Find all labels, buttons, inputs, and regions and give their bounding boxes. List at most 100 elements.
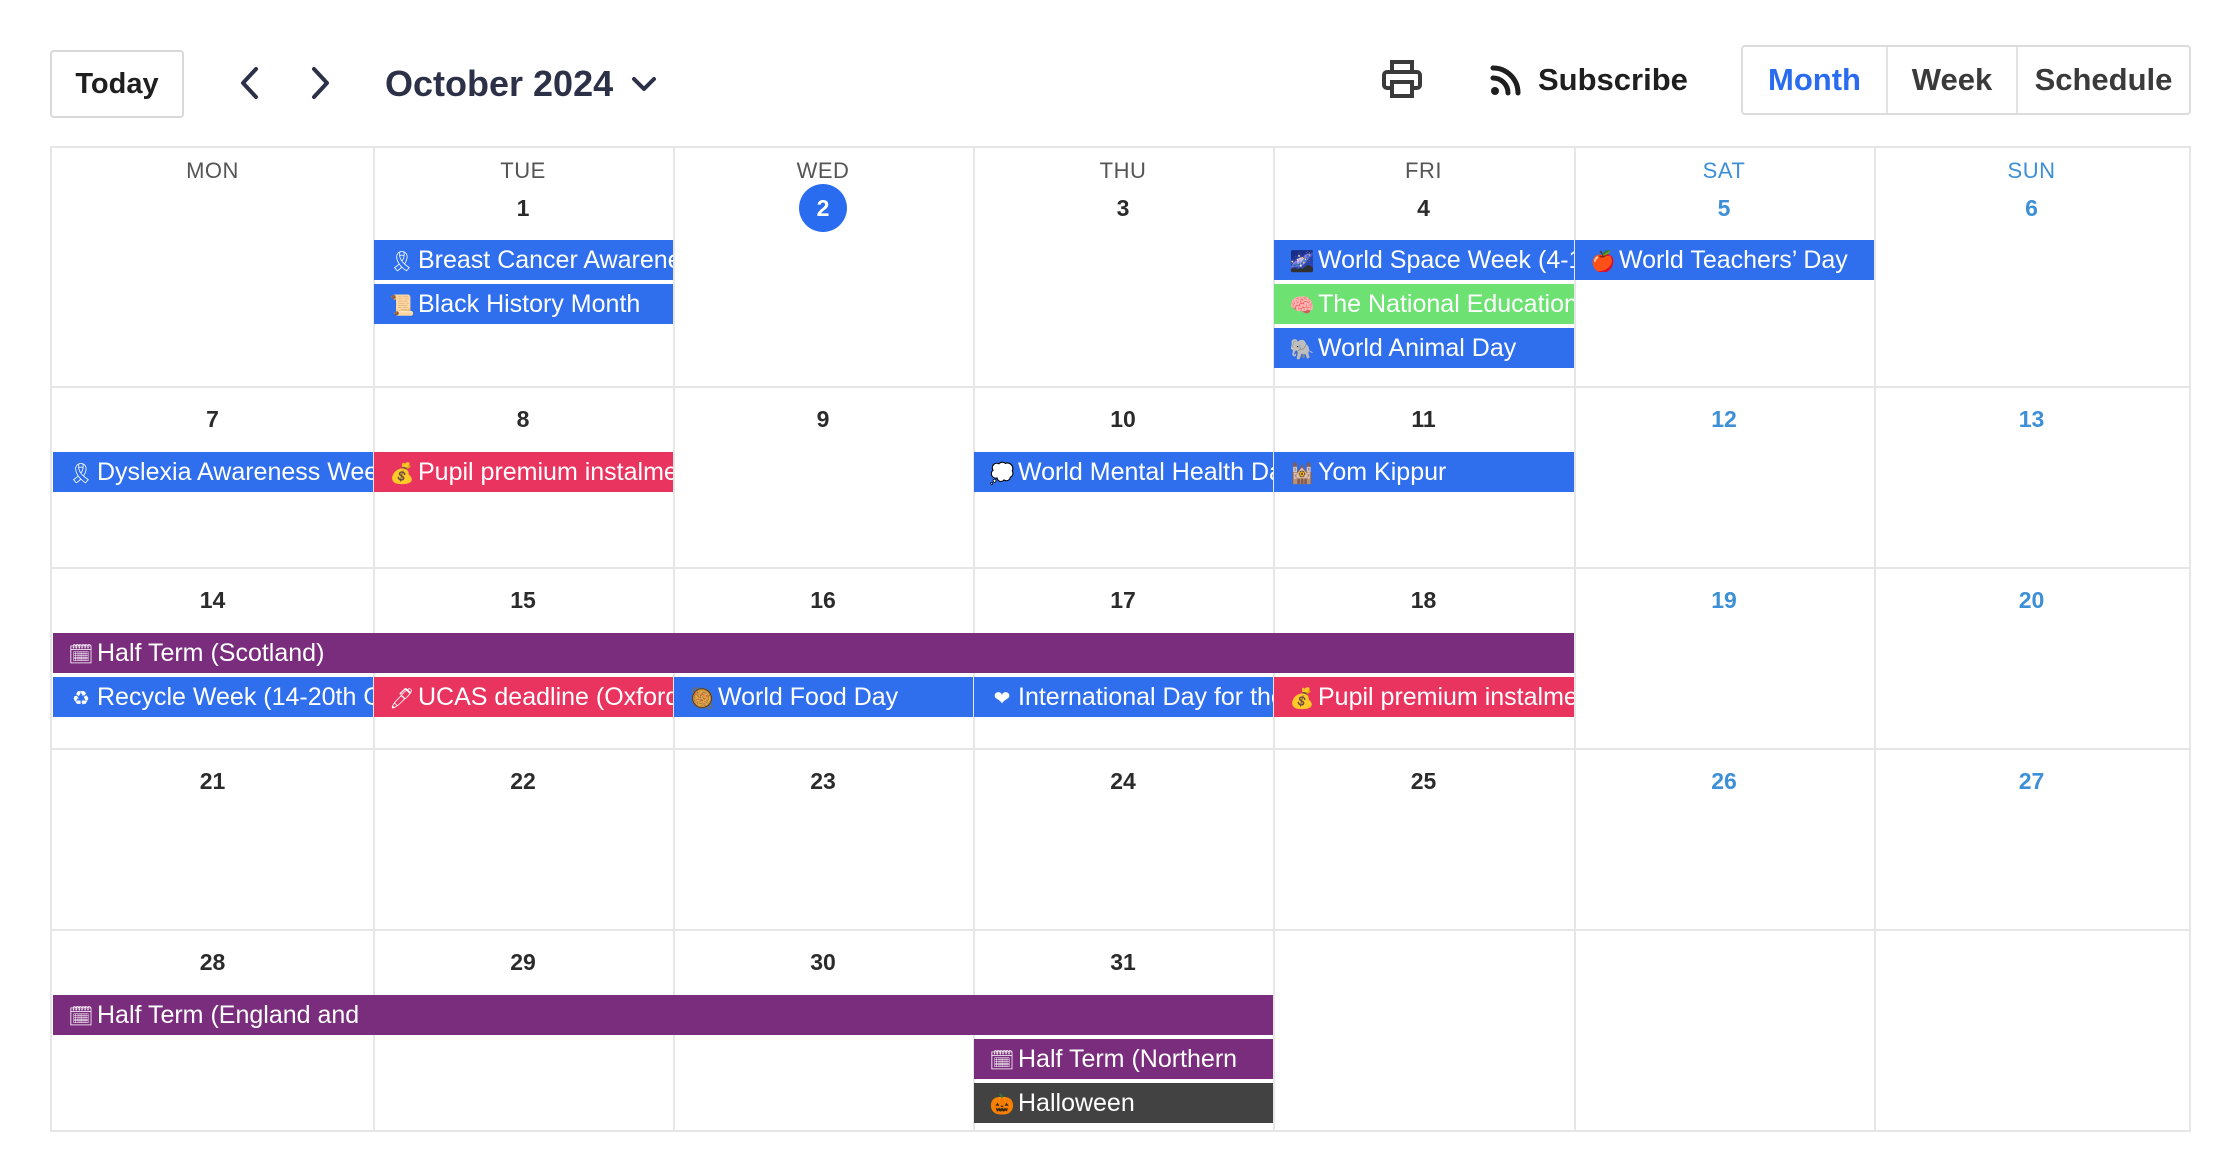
calendar-event[interactable]: 🎃 Halloween — [974, 1083, 1273, 1123]
calendar-event[interactable]: 💰 Pupil premium instalment — [1274, 677, 1574, 717]
date-number[interactable]: 14 — [52, 587, 373, 614]
calendar-event[interactable]: 🧠The National Education Show — [1274, 284, 1574, 324]
event-emoji-icon: 🍎 — [1590, 251, 1616, 273]
date-number[interactable]: 3 — [973, 195, 1273, 222]
date-number[interactable]: 28 — [52, 949, 373, 976]
event-emoji-icon: 🌌 — [1289, 251, 1315, 273]
date-number[interactable]: 19 — [1574, 587, 1874, 614]
date-number[interactable]: 5 — [1574, 195, 1874, 222]
date-number[interactable]: 1 — [373, 195, 673, 222]
date-number[interactable]: 8 — [373, 406, 673, 433]
date-number[interactable]: 13 — [1874, 406, 2189, 433]
calendar-event[interactable]: 🎗 Dyslexia Awareness Week — [53, 452, 373, 492]
calendar-event[interactable]: 💰 Pupil premium instalment — [374, 452, 673, 492]
date-number[interactable]: 31 — [973, 949, 1273, 976]
calendar-event[interactable]: ❤ International Day for the Eradication o… — [974, 677, 1273, 717]
prev-month-button[interactable] — [226, 60, 272, 106]
calendar-event[interactable]: 🥘 World Food Day — [674, 677, 973, 717]
event-emoji-icon: 🎗 — [389, 251, 415, 273]
date-number[interactable]: 9 — [673, 406, 973, 433]
calendar-event[interactable]: 🗓 Half Term (Northern — [974, 1039, 1273, 1079]
empty-day-cell — [1574, 929, 1874, 1130]
date-number[interactable]: 6 — [1874, 195, 2189, 222]
event-emoji-icon: 🐘 — [1289, 339, 1315, 361]
event-emoji-icon: 🧠 — [1289, 295, 1315, 317]
date-number[interactable]: 21 — [52, 768, 373, 795]
month-view-button[interactable]: Month — [1743, 47, 1888, 113]
event-title: Black History Month — [418, 290, 641, 318]
event-title: Pupil premium instalment — [1318, 683, 1574, 711]
week-view-button[interactable]: Week — [1888, 47, 2018, 113]
event-title: World Mental Health Day — [1018, 458, 1273, 486]
event-emoji-icon: 🗓 — [68, 1006, 94, 1028]
date-number[interactable]: 10 — [973, 406, 1273, 433]
date-number[interactable]: 27 — [1874, 768, 2189, 795]
event-emoji-icon: 🗓 — [989, 1050, 1015, 1072]
event-title: International Day for the Eradication of… — [1018, 683, 1273, 711]
event-title: World Teachers’ Day — [1619, 246, 1848, 274]
calendar-event[interactable]: 💭 World Mental Health Day — [974, 452, 1273, 492]
empty-day-cell — [1273, 929, 1574, 1130]
event-title: Recycle Week (14-20th Oct) — [97, 683, 373, 711]
view-switcher: Month Week Schedule — [1741, 45, 2191, 115]
calendar-event[interactable]: 🗓 Half Term (Scotland) — [53, 633, 1574, 673]
subscribe-button[interactable]: Subscribe — [1490, 55, 1688, 105]
chevron-left-icon — [241, 67, 258, 99]
event-title: World Space Week (4-10th Oct) — [1318, 246, 1574, 274]
date-number[interactable]: 11 — [1273, 406, 1574, 433]
event-emoji-icon: ♻ — [72, 688, 90, 710]
event-title: Half Term (Northern — [1018, 1045, 1238, 1073]
print-button[interactable] — [1378, 55, 1426, 103]
date-number[interactable]: 22 — [373, 768, 673, 795]
event-emoji-icon: 💭 — [989, 463, 1015, 485]
rss-icon — [1490, 65, 1521, 96]
month-grid: MON TUE WED THU FRI SAT SUN 1 2 3 4 5 6 7 8 9 10 11 12 13 14… — [50, 146, 2191, 1132]
calendar-event[interactable]: ♻ Recycle Week (14-20th Oct) — [53, 677, 373, 717]
calendar-event[interactable]: 🌌World Space Week (4-10th Oct) — [1274, 240, 1574, 280]
calendar-event[interactable]: 📜 Black History Month — [374, 284, 673, 324]
date-number[interactable]: 26 — [1574, 768, 1874, 795]
event-emoji-icon: 🎗 — [68, 463, 94, 485]
date-number[interactable]: 23 — [673, 768, 973, 795]
calendar-event[interactable]: 🐘 World Animal Day — [1274, 328, 1574, 368]
event-title: Pupil premium instalment — [418, 458, 673, 486]
day-cell[interactable] — [1874, 148, 2189, 386]
event-title: Dyslexia Awareness Week — [97, 458, 373, 486]
date-number[interactable]: 25 — [1273, 768, 1574, 795]
date-number[interactable]: 16 — [673, 587, 973, 614]
event-emoji-icon: ❤ — [993, 688, 1011, 710]
month-picker[interactable]: October 2024 — [385, 58, 657, 110]
event-title: Half Term (Scotland) — [97, 639, 325, 667]
event-emoji-icon: 💰 — [389, 463, 415, 485]
empty-day-cell — [1874, 929, 2189, 1130]
event-title: World Food Day — [718, 683, 899, 711]
event-title: Half Term (England and — [97, 1001, 360, 1029]
event-emoji-icon: 💰 — [1289, 688, 1315, 710]
calendar-event[interactable]: 🎗Breast Cancer Awareness Month — [374, 240, 673, 280]
date-number[interactable]: 12 — [1574, 406, 1874, 433]
date-number[interactable]: 30 — [673, 949, 973, 976]
date-number[interactable]: 17 — [973, 587, 1273, 614]
next-month-button[interactable] — [298, 60, 344, 106]
day-cell[interactable] — [973, 148, 1273, 386]
today-button[interactable]: Today — [50, 50, 184, 118]
today-date-number[interactable]: 2 — [799, 184, 847, 232]
date-number[interactable]: 29 — [373, 949, 673, 976]
date-number[interactable]: 18 — [1273, 587, 1574, 614]
calendar-event[interactable]: 🍎 World Teachers’ Day — [1575, 240, 1874, 280]
schedule-view-button[interactable]: Schedule — [2018, 47, 2189, 113]
event-emoji-icon: 📜 — [389, 295, 415, 317]
calendar-event[interactable]: 🗓 Half Term (England and — [53, 995, 1273, 1035]
event-title: World Animal Day — [1318, 334, 1517, 362]
event-emoji-icon: 🗓 — [68, 644, 94, 666]
calendar-event[interactable]: 🕍 Yom Kippur — [1274, 452, 1574, 492]
event-emoji-icon: 🕍 — [1289, 463, 1315, 485]
date-number[interactable]: 24 — [973, 768, 1273, 795]
calendar-event[interactable]: 🖊UCAS deadline (Oxford, Cambridge) — [374, 677, 673, 717]
date-number[interactable]: 4 — [1273, 195, 1574, 222]
date-number[interactable]: 20 — [1874, 587, 2189, 614]
event-emoji-icon: 🖊 — [389, 688, 415, 710]
date-number[interactable]: 7 — [52, 406, 373, 433]
date-number[interactable]: 15 — [373, 587, 673, 614]
event-title: The National Education Show — [1318, 290, 1574, 318]
